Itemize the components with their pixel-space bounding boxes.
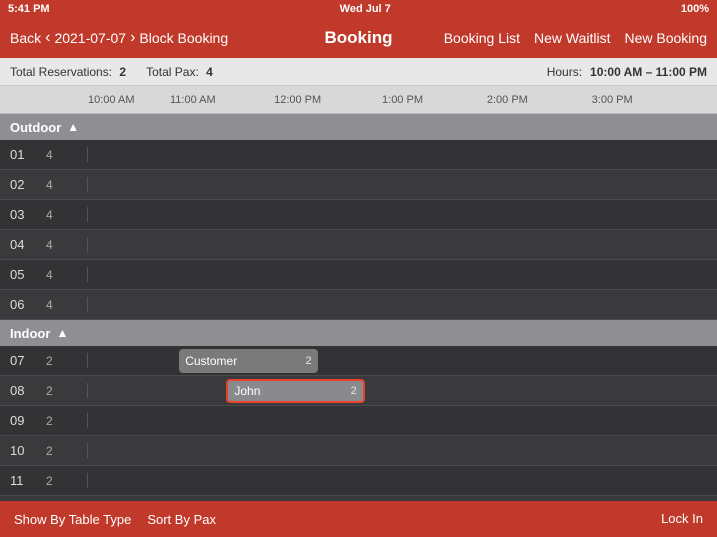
outdoor-section: Outdoor ▲ 01 4 02 4 03 bbox=[0, 114, 717, 320]
booking-block-john[interactable]: John 2 bbox=[226, 379, 364, 403]
time-label-1100: 11:00 AM bbox=[170, 94, 216, 106]
table-pax: 4 bbox=[46, 268, 53, 282]
status-battery: 100% bbox=[681, 3, 709, 15]
row-timeline bbox=[88, 466, 717, 495]
main-content: Outdoor ▲ 01 4 02 4 03 bbox=[0, 114, 717, 501]
nav-bar: Back ‹ 2021-07-07 › Block Booking Bookin… bbox=[0, 18, 717, 58]
table-row: 09 2 bbox=[0, 406, 717, 436]
indoor-section: Indoor ▲ 07 2 Customer 2 08 bbox=[0, 320, 717, 496]
row-timeline bbox=[88, 436, 717, 465]
time-label-1300: 1:00 PM bbox=[382, 94, 423, 106]
table-pax: 2 bbox=[46, 354, 53, 368]
table-pax: 4 bbox=[46, 208, 53, 222]
time-label-1400: 2:00 PM bbox=[487, 94, 528, 106]
status-bar: 5:41 PM Wed Jul 7 100% bbox=[0, 0, 717, 18]
table-num: 03 bbox=[10, 207, 32, 222]
table-pax: 2 bbox=[46, 414, 53, 428]
lock-in-button[interactable]: Lock In bbox=[661, 511, 703, 526]
outdoor-collapse-icon[interactable]: ▲ bbox=[67, 120, 79, 134]
sort-by-pax-button[interactable]: Sort By Pax bbox=[147, 512, 216, 527]
booking-pax: 2 bbox=[347, 385, 357, 397]
bottom-bar: Show By Table Type Sort By Pax Lock In bbox=[0, 501, 717, 537]
status-time: 5:41 PM bbox=[8, 3, 50, 15]
table-pax: 2 bbox=[46, 474, 53, 488]
total-reservations-value: 2 bbox=[119, 65, 126, 79]
table-row: 01 4 bbox=[0, 140, 717, 170]
table-row: 05 4 bbox=[0, 260, 717, 290]
table-row: 08 2 John 2 bbox=[0, 376, 717, 406]
table-num: 11 bbox=[10, 473, 32, 488]
table-num: 10 bbox=[10, 443, 32, 458]
hours-value: 10:00 AM – 11:00 PM bbox=[590, 65, 707, 79]
indoor-collapse-icon[interactable]: ▲ bbox=[56, 326, 68, 340]
outdoor-label: Outdoor bbox=[10, 120, 61, 135]
booking-list-button[interactable]: Booking List bbox=[444, 30, 520, 46]
table-num: 06 bbox=[10, 297, 32, 312]
status-day: Wed Jul 7 bbox=[340, 3, 391, 15]
block-booking-button[interactable]: Block Booking bbox=[139, 30, 228, 46]
time-label-1500: 3:00 PM bbox=[592, 94, 633, 106]
indoor-label: Indoor bbox=[10, 326, 50, 341]
booking-pax: 2 bbox=[301, 355, 311, 367]
row-timeline[interactable]: John 2 bbox=[88, 376, 717, 405]
current-date[interactable]: 2021-07-07 bbox=[54, 30, 126, 46]
total-pax-label: Total Pax: 4 bbox=[146, 65, 213, 79]
row-timeline bbox=[88, 140, 717, 169]
table-num: 01 bbox=[10, 147, 32, 162]
table-row: 06 4 bbox=[0, 290, 717, 320]
table-num: 05 bbox=[10, 267, 32, 282]
hours-label: Hours: bbox=[547, 65, 582, 79]
table-pax: 4 bbox=[46, 178, 53, 192]
back-button[interactable]: Back bbox=[10, 30, 41, 46]
new-booking-button[interactable]: New Booking bbox=[625, 30, 708, 46]
show-by-table-type-button[interactable]: Show By Table Type bbox=[14, 512, 131, 527]
next-date-button[interactable]: › bbox=[130, 29, 135, 47]
table-row: 02 4 bbox=[0, 170, 717, 200]
table-num: 07 bbox=[10, 353, 32, 368]
table-row: 04 4 bbox=[0, 230, 717, 260]
prev-date-button[interactable]: ‹ bbox=[45, 29, 50, 47]
row-timeline bbox=[88, 290, 717, 319]
booking-block-customer[interactable]: Customer 2 bbox=[179, 349, 317, 373]
table-num: 08 bbox=[10, 383, 32, 398]
table-row: 03 4 bbox=[0, 200, 717, 230]
time-label-1200: 12:00 PM bbox=[274, 94, 321, 106]
table-num: 02 bbox=[10, 177, 32, 192]
booking-label: Customer bbox=[185, 354, 237, 368]
timeline-header: 10:00 AM 11:00 AM 12:00 PM 1:00 PM 2:00 … bbox=[0, 86, 717, 114]
indoor-section-header: Indoor ▲ bbox=[0, 320, 717, 346]
table-pax: 2 bbox=[46, 384, 53, 398]
table-num: 04 bbox=[10, 237, 32, 252]
table-pax: 4 bbox=[46, 148, 53, 162]
row-timeline bbox=[88, 406, 717, 435]
table-num: 09 bbox=[10, 413, 32, 428]
table-pax: 2 bbox=[46, 444, 53, 458]
outdoor-section-header: Outdoor ▲ bbox=[0, 114, 717, 140]
new-waitlist-button[interactable]: New Waitlist bbox=[534, 30, 611, 46]
table-row: 11 2 bbox=[0, 466, 717, 496]
row-timeline bbox=[88, 200, 717, 229]
page-title: Booking bbox=[325, 28, 393, 47]
info-bar: Total Reservations: 2 Total Pax: 4 Hours… bbox=[0, 58, 717, 86]
total-pax-value: 4 bbox=[206, 65, 213, 79]
row-timeline bbox=[88, 230, 717, 259]
row-timeline[interactable]: Customer 2 bbox=[88, 346, 717, 375]
table-row: 07 2 Customer 2 bbox=[0, 346, 717, 376]
row-timeline bbox=[88, 170, 717, 199]
table-row: 10 2 bbox=[0, 436, 717, 466]
total-reservations-label: Total Reservations: 2 bbox=[10, 65, 126, 79]
booking-label: John bbox=[234, 384, 260, 398]
time-label-1000: 10:00 AM bbox=[88, 94, 134, 106]
table-pax: 4 bbox=[46, 298, 53, 312]
row-timeline bbox=[88, 260, 717, 289]
table-pax: 4 bbox=[46, 238, 53, 252]
